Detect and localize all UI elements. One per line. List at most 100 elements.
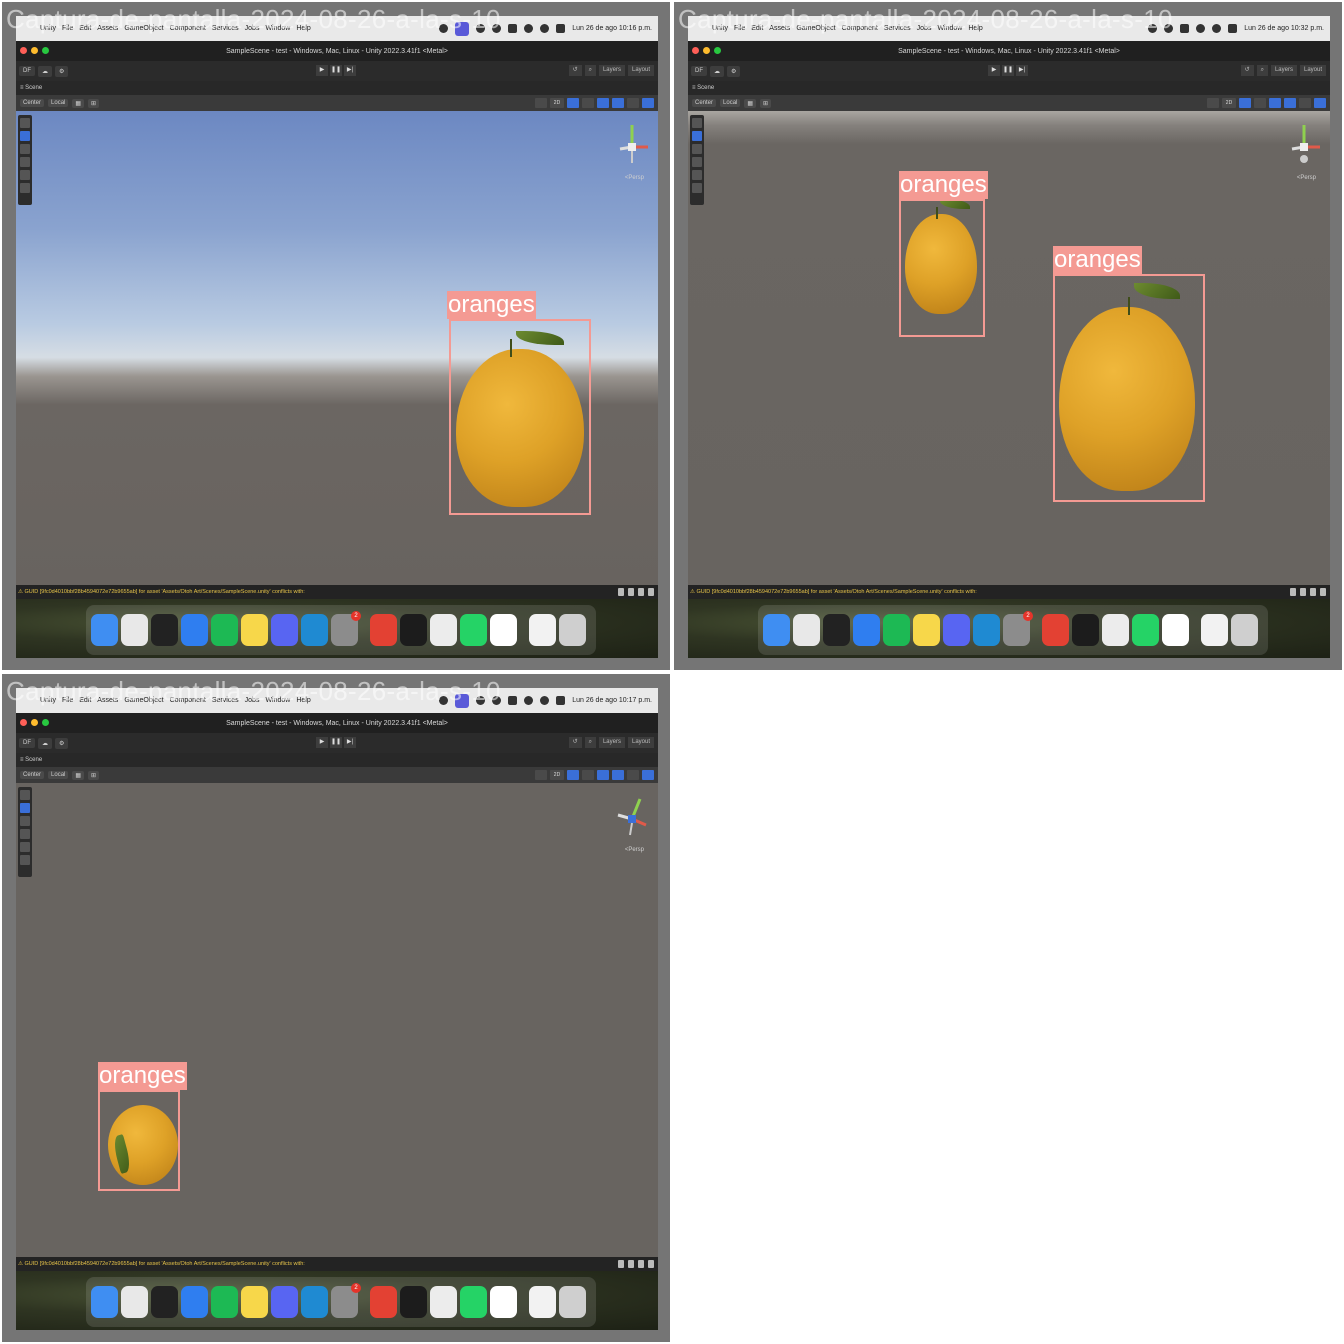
cloud-icon[interactable]: ☁ xyxy=(38,737,52,749)
step-button[interactable]: ▶| xyxy=(344,737,356,748)
rotate-tool-icon[interactable] xyxy=(692,144,702,154)
lighting-toggle[interactable] xyxy=(567,770,579,780)
finder-icon[interactable] xyxy=(91,614,118,646)
scene-viewport[interactable]: <Persp oranges xyxy=(16,783,658,1257)
minimize-button[interactable] xyxy=(31,719,38,726)
draw-mode-button[interactable] xyxy=(535,98,547,108)
space-dropdown[interactable]: Local xyxy=(720,99,741,107)
settings-icon[interactable]: 2 xyxy=(331,611,361,646)
control-center-icon[interactable] xyxy=(556,24,566,33)
layers-dropdown[interactable]: Layers xyxy=(1270,65,1297,76)
camera-settings-button[interactable] xyxy=(1314,98,1326,108)
grid-snap-button[interactable]: ▦ xyxy=(72,770,85,780)
terminal-icon[interactable] xyxy=(823,614,850,646)
camera-settings-button[interactable] xyxy=(642,98,654,108)
scene-tab[interactable]: ≡ Scene xyxy=(16,81,658,95)
profiler-icon[interactable] xyxy=(638,588,644,596)
stack-icon[interactable] xyxy=(1300,588,1306,596)
persp-label[interactable]: <Persp xyxy=(1297,175,1316,181)
play-button[interactable]: ▶ xyxy=(988,65,1000,76)
whatsapp-icon[interactable] xyxy=(460,1286,487,1318)
rect-tool-icon[interactable] xyxy=(20,842,30,852)
unity-hub-icon[interactable] xyxy=(490,614,517,646)
hand-tool-icon[interactable] xyxy=(692,118,702,128)
audio-toggle[interactable] xyxy=(582,770,594,780)
layout-dropdown[interactable]: Layout xyxy=(1299,65,1326,76)
unity-hub-icon[interactable] xyxy=(490,1286,517,1318)
audio-toggle[interactable] xyxy=(582,98,594,108)
safari-icon[interactable] xyxy=(181,1286,208,1318)
profiler-icon[interactable] xyxy=(1310,588,1316,596)
terminal-icon[interactable] xyxy=(151,614,178,646)
stack-icon[interactable] xyxy=(628,1260,634,1268)
search-icon[interactable]: ⌕ xyxy=(1256,65,1268,76)
gizmos-dropdown[interactable] xyxy=(1299,98,1311,108)
pivot-dropdown[interactable]: Center xyxy=(20,771,45,779)
hidden-objects-toggle[interactable] xyxy=(612,98,624,108)
minimize-button[interactable] xyxy=(31,47,38,54)
transform-tool-icon[interactable] xyxy=(20,855,30,865)
layers-dropdown[interactable]: Layers xyxy=(598,65,625,76)
gizmos-dropdown[interactable] xyxy=(627,770,639,780)
profiler-icon[interactable] xyxy=(638,1260,644,1268)
account-button[interactable]: DF xyxy=(19,66,35,76)
zoom-button[interactable] xyxy=(42,47,49,54)
account-button[interactable]: DF xyxy=(691,66,707,76)
search-icon[interactable]: ⌕ xyxy=(584,737,596,748)
notes-icon[interactable] xyxy=(913,614,940,646)
battery-icon[interactable] xyxy=(1180,24,1190,33)
wifi-icon[interactable] xyxy=(524,24,534,33)
space-dropdown[interactable]: Local xyxy=(48,99,69,107)
search-icon[interactable]: ⌕ xyxy=(584,65,596,76)
search-icon[interactable] xyxy=(540,696,550,705)
chrome-icon[interactable] xyxy=(370,1286,397,1318)
audio-toggle[interactable] xyxy=(1254,98,1266,108)
battery-icon[interactable] xyxy=(508,24,518,33)
terminal2-icon[interactable] xyxy=(1072,614,1099,646)
unity-icon[interactable] xyxy=(430,1286,457,1318)
vscode-icon[interactable] xyxy=(301,614,328,646)
safari-icon[interactable] xyxy=(181,614,208,646)
bug-icon[interactable] xyxy=(618,588,624,596)
wifi-icon[interactable] xyxy=(524,696,534,705)
menubar-clock[interactable]: Lun 26 de ago 10:16 p.m. xyxy=(572,25,652,32)
persp-label[interactable]: <Persp xyxy=(625,175,644,181)
snap-increment-button[interactable]: ⊞ xyxy=(760,98,772,108)
mode-2d-button[interactable]: 2D xyxy=(1222,98,1236,108)
zoom-button[interactable] xyxy=(42,719,49,726)
discord-icon[interactable] xyxy=(271,1286,298,1318)
draw-mode-button[interactable] xyxy=(1207,98,1219,108)
unity-icon[interactable] xyxy=(430,614,457,646)
collab-icon[interactable]: ⚙ xyxy=(55,737,69,749)
launchpad-icon[interactable] xyxy=(121,1286,148,1318)
unity-hub-icon[interactable] xyxy=(1162,614,1189,646)
spotify-icon[interactable] xyxy=(211,614,238,646)
trash-icon[interactable] xyxy=(1231,614,1258,646)
scene-viewport[interactable]: <Persp oranges oranges xyxy=(688,111,1330,585)
scale-tool-icon[interactable] xyxy=(692,157,702,167)
discord-icon[interactable] xyxy=(943,614,970,646)
stack-icon[interactable] xyxy=(628,588,634,596)
unity-icon[interactable] xyxy=(1102,614,1129,646)
control-center-icon[interactable] xyxy=(1228,24,1238,33)
spotify-icon[interactable] xyxy=(883,614,910,646)
layout-dropdown[interactable]: Layout xyxy=(627,737,654,748)
pivot-dropdown[interactable]: Center xyxy=(692,99,717,107)
notes-icon[interactable] xyxy=(241,1286,268,1318)
play-button[interactable]: ▶ xyxy=(316,65,328,76)
terminal2-icon[interactable] xyxy=(400,614,427,646)
rotate-tool-icon[interactable] xyxy=(20,816,30,826)
history-icon[interactable]: ↺ xyxy=(568,737,582,748)
lighting-toggle[interactable] xyxy=(567,98,579,108)
document-icon[interactable] xyxy=(529,614,556,646)
rect-tool-icon[interactable] xyxy=(692,170,702,180)
close-button[interactable] xyxy=(20,719,27,726)
history-icon[interactable]: ↺ xyxy=(568,65,582,76)
trash-icon[interactable] xyxy=(559,614,586,646)
vscode-icon[interactable] xyxy=(973,614,1000,646)
move-tool-icon[interactable] xyxy=(20,131,30,141)
pause-button[interactable]: ❚❚ xyxy=(330,737,342,748)
collab-icon[interactable]: ⚙ xyxy=(727,65,741,77)
move-tool-icon[interactable] xyxy=(20,803,30,813)
minimize-button[interactable] xyxy=(703,47,710,54)
